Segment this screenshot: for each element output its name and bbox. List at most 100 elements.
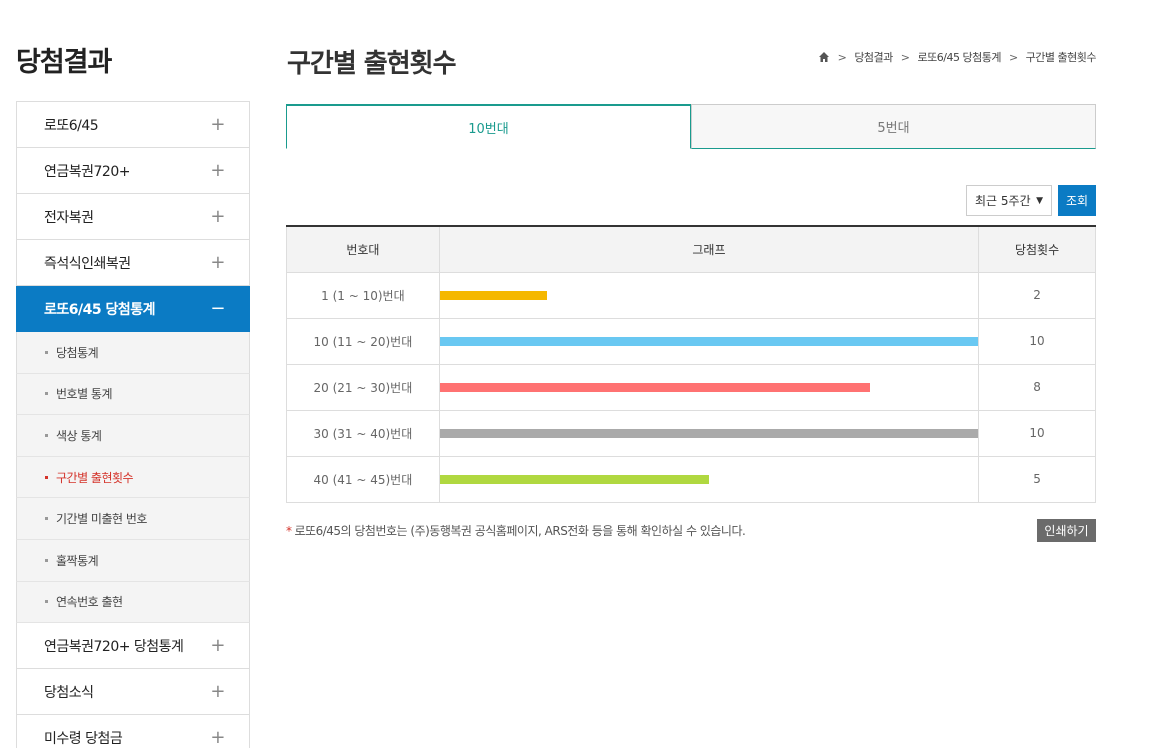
table-row: 20 (21 ~ 30)번대 8: [286, 363, 1096, 411]
sidebar-item-label: 로또6/45: [44, 117, 99, 134]
column-header-count: 당첨횟수: [978, 226, 1096, 273]
sidebar-item-news[interactable]: 당첨소식 +: [16, 669, 250, 716]
print-button[interactable]: 인쇄하기: [1037, 519, 1096, 542]
count-value: 5: [978, 455, 1096, 503]
submenu-label: 홀짝통계: [56, 553, 99, 568]
breadcrumb: > 당첨결과 > 로또6/45 당첨통계 > 구간별 출현횟수: [818, 49, 1097, 65]
sidebar-item-label: 당첨소식: [44, 684, 94, 701]
submenu-item-odd-even[interactable]: 홀짝통계: [16, 539, 250, 582]
range-frequency-table: 번호대 그래프 당첨횟수 1 (1 ~ 10)번대 2 10 (11 ~ 20)번대…: [286, 225, 1096, 503]
sidebar-item-pension720-stats[interactable]: 연금복권720+ 당첨통계 +: [16, 623, 250, 670]
plus-icon: +: [210, 681, 225, 703]
table-header-row: 번호대 그래프 당첨횟수: [286, 226, 1096, 273]
submenu-item-win-stats[interactable]: 당첨통계: [16, 332, 250, 374]
bullet-icon: [45, 558, 48, 562]
table-row: 40 (41 ~ 45)번대 5: [286, 455, 1096, 503]
sidebar-item-lotto645[interactable]: 로또6/45 +: [16, 102, 250, 148]
sidebar-item-electronic[interactable]: 전자복권 +: [16, 194, 250, 240]
bullet-icon: [45, 392, 48, 396]
range-label: 30 (31 ~ 40)번대: [286, 409, 440, 457]
sidebar-item-label: 로또6/45 당첨통계: [44, 301, 156, 318]
count-value: 10: [978, 409, 1096, 457]
count-value: 10: [978, 317, 1096, 365]
bullet-icon: [45, 600, 48, 604]
submenu-label: 색상 통계: [56, 428, 102, 443]
range-tabs: 10번대 5번대: [286, 104, 1096, 149]
plus-icon: +: [210, 206, 225, 227]
breadcrumb-separator: >: [837, 50, 847, 64]
graph-cell: [438, 317, 980, 365]
range-label: 10 (11 ~ 20)번대: [286, 317, 440, 365]
bar-3: [439, 382, 871, 392]
asterisk-icon: *: [286, 524, 292, 538]
sidebar-item-lotto645-stats[interactable]: 로또6/45 당첨통계 −: [16, 286, 250, 332]
range-label: 40 (41 ~ 45)번대: [286, 455, 440, 503]
breadcrumb-separator: >: [900, 50, 910, 64]
sidebar-submenu: 당첨통계 번호별 통계 색상 통계 구간별 출현횟수 기간별 미출현 번호 홀짝…: [16, 332, 250, 624]
graph-cell: [438, 409, 980, 457]
period-select-value: 최근 5주간: [975, 194, 1031, 208]
home-icon[interactable]: [818, 51, 830, 63]
bar-5: [439, 474, 709, 484]
sidebar-item-label: 전자복권: [44, 209, 94, 226]
table-row: 1 (1 ~ 10)번대 2: [286, 271, 1096, 319]
submenu-item-number-stats[interactable]: 번호별 통계: [16, 373, 250, 416]
submenu-label: 당첨통계: [56, 345, 99, 360]
bullet-icon: [45, 475, 48, 479]
sidebar-item-unclaimed[interactable]: 미수령 당첨금 +: [16, 715, 250, 748]
sidebar-item-label: 즉석식인쇄복권: [44, 255, 131, 272]
bar-4: [439, 428, 979, 438]
bar-2: [439, 336, 979, 346]
period-select[interactable]: 최근 5주간 ▼: [966, 185, 1052, 216]
tab-10s[interactable]: 10번대: [286, 104, 691, 149]
graph-cell: [438, 363, 980, 411]
plus-icon: +: [210, 635, 225, 657]
bullet-icon: [45, 350, 48, 354]
breadcrumb-item[interactable]: 로또6/45 당첨통계: [918, 49, 1002, 65]
tab-5s[interactable]: 5번대: [691, 104, 1096, 149]
submenu-label: 연속번호 출현: [56, 595, 123, 610]
column-header-graph: 그래프: [438, 226, 980, 273]
sidebar-item-pension720[interactable]: 연금복권720+ +: [16, 148, 250, 194]
range-label: 1 (1 ~ 10)번대: [286, 271, 440, 319]
sidebar-item-label: 연금복권720+: [44, 163, 130, 180]
plus-icon: +: [210, 160, 225, 181]
filter-bar: 최근 5주간 ▼ 조회: [966, 185, 1096, 216]
bullet-icon: [45, 433, 48, 437]
caret-down-icon: ▼: [1036, 195, 1043, 206]
count-value: 2: [978, 271, 1096, 319]
minus-icon: −: [210, 298, 225, 319]
breadcrumb-item[interactable]: 당첨결과: [854, 49, 893, 65]
bar-1: [439, 290, 548, 300]
sidebar-item-label: 미수령 당첨금: [44, 730, 123, 747]
breadcrumb-item-current: 구간별 출현횟수: [1025, 51, 1097, 64]
table-row: 10 (11 ~ 20)번대 10: [286, 317, 1096, 365]
bullet-icon: [45, 517, 48, 521]
submenu-item-unseen-numbers[interactable]: 기간별 미출현 번호: [16, 498, 250, 540]
sidebar-item-instant-print[interactable]: 즉석식인쇄복권 +: [16, 240, 250, 286]
submenu-label: 구간별 출현횟수: [56, 470, 134, 485]
count-value: 8: [978, 363, 1096, 411]
plus-icon: +: [210, 252, 225, 273]
sidebar-item-label: 연금복권720+ 당첨통계: [44, 638, 184, 655]
table-body: 1 (1 ~ 10)번대 2 10 (11 ~ 20)번대 10 20 (21 ~ 30…: [286, 271, 1096, 503]
submenu-label: 번호별 통계: [56, 387, 113, 402]
submenu-item-range-frequency[interactable]: 구간별 출현횟수: [16, 456, 250, 499]
plus-icon: +: [210, 727, 225, 748]
sidebar-nav: 로또6/45 + 연금복권720+ + 전자복권 + 즉석식인쇄복권 + 로또6…: [16, 101, 250, 748]
plus-icon: +: [210, 114, 225, 135]
graph-cell: [438, 455, 980, 503]
table-row: 30 (31 ~ 40)번대 10: [286, 409, 1096, 457]
footnote-text: 로또6/45의 당첨번호는 (주)동행복권 공식홈페이지, ARS전화 등을 통…: [294, 524, 746, 538]
footnote: * 로또6/45의 당첨번호는 (주)동행복권 공식홈페이지, ARS전화 등을 …: [286, 522, 746, 539]
search-button[interactable]: 조회: [1058, 185, 1096, 216]
page-title: 구간별 출현횟수: [287, 49, 456, 79]
submenu-item-consecutive[interactable]: 연속번호 출현: [16, 581, 250, 624]
breadcrumb-separator: >: [1008, 50, 1018, 64]
column-header-range: 번호대: [286, 226, 440, 273]
sidebar-title: 당첨결과: [16, 47, 112, 78]
submenu-item-color-stats[interactable]: 색상 통계: [16, 415, 250, 457]
range-label: 20 (21 ~ 30)번대: [286, 363, 440, 411]
submenu-label: 기간별 미출현 번호: [56, 512, 147, 527]
graph-cell: [438, 271, 980, 319]
